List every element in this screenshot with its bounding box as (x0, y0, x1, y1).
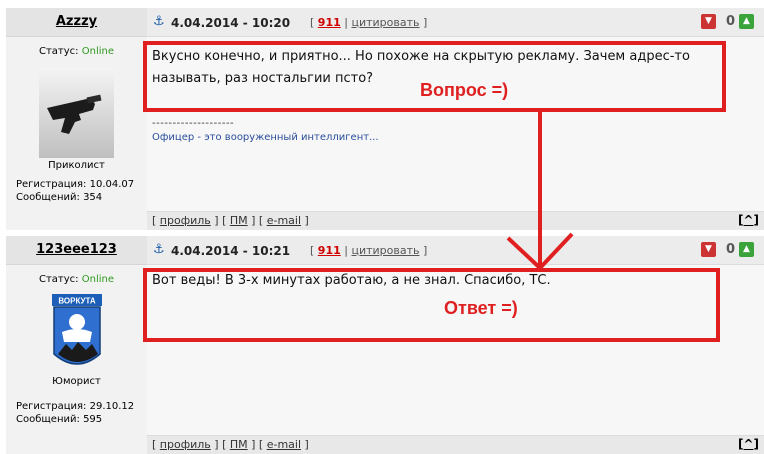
arrow-down-icon (506, 112, 574, 270)
